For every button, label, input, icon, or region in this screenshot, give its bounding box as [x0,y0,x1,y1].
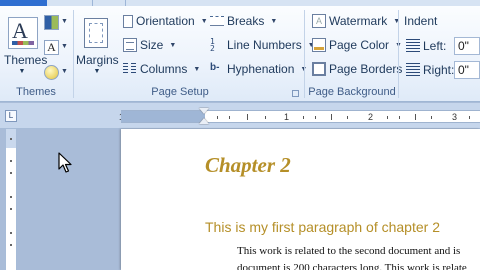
ruler-tick [315,116,316,119]
hyphenation-button[interactable]: b‑ Hyphenation ▼ [210,59,307,79]
themes-button-label[interactable]: Themes [4,53,47,67]
body-text-line: document is 200 characters long. This wo… [237,262,467,270]
margins-dropdown-caret[interactable]: ▼ [92,68,102,75]
ruler-tick [399,116,400,119]
orientation-label: Orientation [136,14,195,28]
ruler-tick [10,138,12,140]
ruler-tick [303,116,304,119]
breaks-button[interactable]: Breaks ▼ [210,11,277,31]
ruler-tick [387,116,388,119]
chevron-down-icon: ▼ [393,17,401,25]
indent-left-label: Left: [423,39,447,53]
paragraph-heading: This is my first paragraph of chapter 2 [205,219,440,235]
indent-right-label: Right: [423,63,455,77]
themes-color-stripes [12,41,34,45]
ruler-tick [229,116,230,119]
ruler-tick [265,116,266,119]
theme-effects-button[interactable] [44,65,59,80]
hanging-indent-marker[interactable] [199,118,209,124]
page-borders-button[interactable]: Page Borders [312,59,402,79]
chevron-down-icon: ▼ [193,65,201,73]
indent-left-input[interactable]: 0" [454,37,480,55]
breaks-icon [210,16,224,26]
watermark-icon: A [312,14,326,28]
ruler-tick [10,232,12,234]
mouse-pointer-icon [58,152,72,173]
columns-label: Columns [140,62,188,76]
ruler-tick [331,114,332,120]
page-background-group-label: Page Background [308,86,396,98]
margins-icon[interactable] [84,18,108,48]
ruler-number: 2 [368,112,374,122]
ruler-tick [10,172,12,174]
group-separator [73,10,74,98]
chevron-down-icon: ▼ [200,17,208,25]
columns-button[interactable]: Columns ▼ [123,59,200,79]
indent-left-icon [406,39,420,53]
line-numbers-label: Line Numbers [227,38,302,52]
size-label: Size [140,38,164,52]
theme-fonts-caret[interactable]: ▼ [61,43,68,50]
ruler-tick [10,196,12,198]
chapter-title: Chapter 2 [205,153,291,177]
indent-right-icon [406,63,420,77]
ruler-number: 1 [284,112,290,122]
hyphenation-label: Hyphenation [227,62,295,76]
line-numbers-button[interactable]: 12 Line Numbers ▼ [210,35,315,55]
indent-heading: Indent [404,14,438,28]
columns-icon [123,62,137,76]
orientation-icon [123,14,133,28]
body-text-line: This work is related to the second docum… [237,245,461,257]
theme-colors-caret[interactable]: ▼ [61,18,68,25]
ruler-tick [469,116,470,119]
ruler-tick [431,116,432,119]
orientation-button[interactable]: Orientation ▼ [123,11,208,31]
page-borders-icon [312,62,326,76]
ruler-tick [217,116,218,119]
page-color-button[interactable]: Page Color ▼ [312,35,402,55]
size-icon [123,38,137,52]
chevron-down-icon: ▼ [169,41,177,49]
themes-dropdown-caret[interactable]: ▼ [17,68,27,75]
ruler-tick [347,116,348,119]
watermark-button[interactable]: A Watermark ▼ [312,11,400,31]
page-setup-dialog-launcher-icon[interactable] [292,90,299,97]
ruler-tick [415,114,416,120]
ruler-tick [10,244,12,246]
ribbon: A Themes ▼ ▼ A ▼ ▼ Themes Margins ▼ Orie… [0,6,480,102]
line-numbers-icon: 12 [210,37,215,53]
group-separator [304,10,305,98]
theme-colors-button[interactable] [44,15,59,30]
hyphenation-icon: b‑ [210,62,220,73]
breaks-label: Breaks [227,14,265,28]
indent-left-row: Left: [406,36,446,56]
first-line-indent-marker[interactable] [199,108,209,114]
indent-right-row: Right: [406,60,454,80]
ruler-left-margin [121,111,205,122]
page-setup-group-label: Page Setup [151,86,209,98]
themes-group-label: Themes [16,86,56,98]
page-color-icon [312,38,326,52]
ruler-tick [247,114,248,120]
size-button[interactable]: Size ▼ [123,35,176,55]
ruler-tick [10,208,12,210]
page-color-label: Page Color [329,38,390,52]
group-separator [398,10,399,98]
chevron-down-icon: ▼ [270,17,278,25]
page-borders-label: Page Borders [329,62,403,76]
ruler-number: 3 [452,112,458,122]
theme-fonts-button[interactable]: A [44,40,59,55]
theme-effects-caret[interactable]: ▼ [61,68,68,75]
margins-button-label[interactable]: Margins [76,53,119,67]
ruler-tick [10,160,12,162]
tab-selector-icon[interactable]: L [5,110,17,122]
indent-right-input[interactable]: 0" [454,61,480,79]
watermark-label: Watermark [329,14,388,28]
themes-button-icon[interactable]: A [8,17,38,49]
